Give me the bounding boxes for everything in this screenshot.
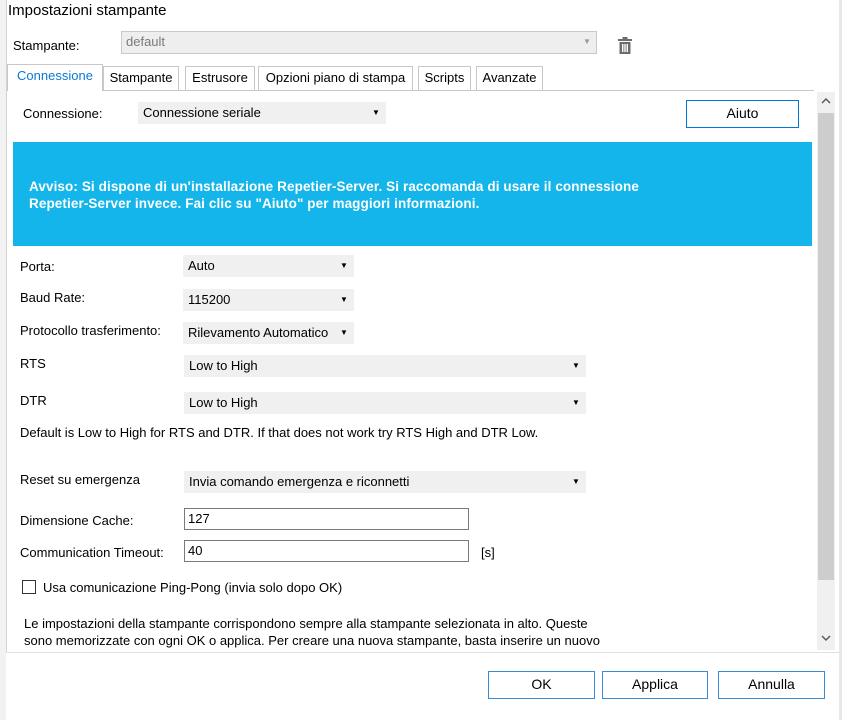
ok-button[interactable]: OK <box>488 671 595 699</box>
cache-size-input[interactable]: 127 <box>184 508 469 530</box>
chevron-down-icon: ▼ <box>572 398 580 407</box>
port-label: Porta: <box>20 259 55 274</box>
cancel-button[interactable]: Annulla <box>718 671 825 699</box>
server-warning-banner: Avviso: Si dispone di un'installazione R… <box>13 142 812 246</box>
printer-select-value: default <box>126 34 166 49</box>
chevron-down-icon: ▼ <box>340 295 348 304</box>
chevron-down-icon[interactable] <box>817 630 835 648</box>
ping-pong-label: Usa comunicazione Ping-Pong (invia solo … <box>43 580 343 595</box>
protocol-label: Protocollo trasferimento: <box>20 323 161 338</box>
connection-select-value: Connessione seriale <box>143 105 261 120</box>
info-text: Le impostazioni della stampante corrispo… <box>24 615 804 651</box>
printer-label: Stampante: <box>13 38 80 53</box>
ping-pong-checkbox[interactable] <box>22 580 36 594</box>
tab-opzioni-piano[interactable]: Opzioni piano di stampa <box>258 66 413 90</box>
timeout-label: Communication Timeout: <box>20 545 164 560</box>
timeout-unit: [s] <box>481 545 495 560</box>
rts-label: RTS <box>20 356 46 371</box>
tab-scripts[interactable]: Scripts <box>418 66 471 90</box>
trash-icon[interactable] <box>617 37 633 55</box>
tab-stampante[interactable]: Stampante <box>103 66 179 90</box>
chevron-up-icon[interactable] <box>817 93 835 111</box>
emergency-reset-label: Reset su emergenza <box>20 472 140 487</box>
apply-button[interactable]: Applica <box>602 671 708 699</box>
port-select-value: Auto <box>188 258 215 273</box>
baud-select-value: 115200 <box>188 292 231 307</box>
chevron-down-icon: ▼ <box>583 37 591 46</box>
dialog-button-bar <box>6 652 839 721</box>
cache-size-label: Dimensione Cache: <box>20 513 134 528</box>
rts-select-value: Low to High <box>189 358 258 373</box>
connection-select[interactable]: Connessione seriale ▼ <box>138 102 386 124</box>
tab-estrusore[interactable]: Estrusore <box>185 66 255 90</box>
protocol-select[interactable]: Rilevamento Automatico ▼ <box>183 322 354 344</box>
protocol-select-value: Rilevamento Automatico <box>188 325 329 340</box>
window-title: Impostazioni stampante <box>8 2 167 19</box>
baud-select[interactable]: 115200 ▼ <box>183 289 354 311</box>
timeout-input[interactable]: 40 <box>184 540 469 562</box>
dtr-select[interactable]: Low to High ▼ <box>184 392 586 414</box>
tab-avanzate[interactable]: Avanzate <box>476 66 543 90</box>
connection-label: Connessione: <box>23 106 103 121</box>
rts-dtr-note: Default is Low to High for RTS and DTR. … <box>20 425 539 440</box>
banner-text-line1: Avviso: Si dispone di un'installazione R… <box>29 179 639 194</box>
emergency-reset-select[interactable]: Invia comando emergenza e riconnetti ▼ <box>184 471 586 493</box>
baud-label: Baud Rate: <box>20 290 86 305</box>
chevron-down-icon: ▼ <box>572 477 580 486</box>
tab-connessione[interactable]: Connessione <box>7 64 103 91</box>
scrollbar-thumb[interactable] <box>818 113 834 580</box>
chevron-down-icon: ▼ <box>572 361 580 370</box>
dtr-label: DTR <box>20 393 47 408</box>
tab-divider <box>7 90 814 91</box>
emergency-reset-value: Invia comando emergenza e riconnetti <box>189 474 410 489</box>
port-select[interactable]: Auto ▼ <box>183 255 354 277</box>
printer-select[interactable]: default ▼ <box>121 31 597 54</box>
dtr-select-value: Low to High <box>189 395 258 410</box>
info-line2: sono memorizzate con ogni OK o applica. … <box>24 633 600 648</box>
rts-select[interactable]: Low to High ▼ <box>184 355 586 377</box>
info-line1: Le impostazioni della stampante corrispo… <box>24 616 588 631</box>
chevron-down-icon: ▼ <box>340 261 348 270</box>
chevron-down-icon: ▼ <box>372 108 380 117</box>
chevron-down-icon: ▼ <box>335 323 353 343</box>
help-button[interactable]: Aiuto <box>686 100 799 128</box>
window-frame-left <box>0 0 7 720</box>
banner-text-line2: Repetier-Server invece. Fai clic su "Aiu… <box>29 196 480 211</box>
